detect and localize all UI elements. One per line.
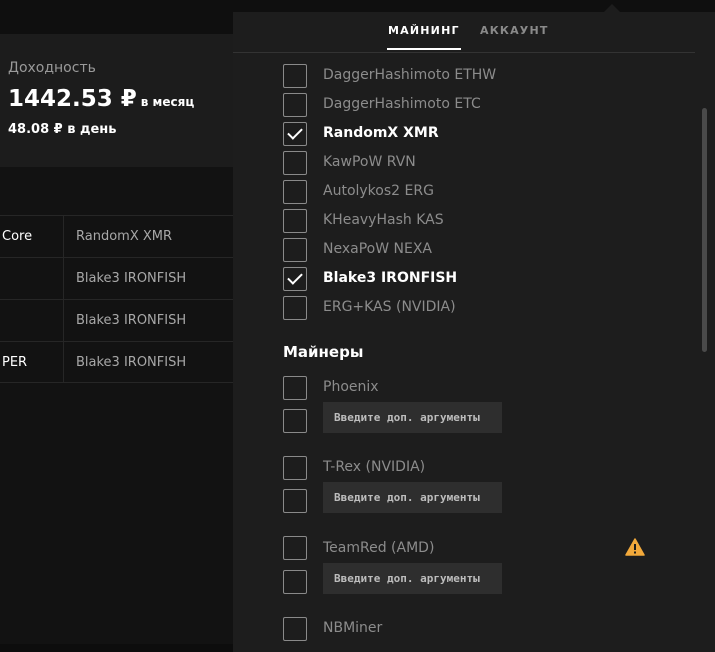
table-row[interactable]: Blake3 IRONFISH [0,257,240,299]
algo-checkbox-autolykos2-erg[interactable] [283,180,307,204]
settings-panel: МАЙНИНГ АККАУНТ DaggerHashimoto ETHW Dag… [233,12,715,652]
miner-checkbox-teamred[interactable] [283,536,307,560]
column-divider [63,342,64,382]
miner-args-input-teamred[interactable] [323,563,502,594]
device-name: PER [2,355,28,370]
algo-checkbox-randomx-xmr[interactable] [283,122,307,146]
algo-checkbox-kheavyhash-kas[interactable] [283,209,307,233]
miner-args-input-phoenix[interactable] [323,402,502,433]
miner-label: Phoenix [323,379,379,395]
warning-triangle-icon[interactable] [625,538,645,556]
miner-args-checkbox-teamred[interactable] [283,570,307,594]
income-amount-value: 1442.53 ₽ [8,86,137,112]
device-algorithm: Blake3 IRONFISH [76,313,187,328]
table-row[interactable]: Blake3 IRONFISH [0,299,240,341]
income-monthly: 1442.53 ₽ в месяц [8,86,194,112]
algo-label: DaggerHashimoto ETHW [323,67,497,83]
algo-checkbox-blake3-ironfish[interactable] [283,267,307,291]
scrollbar-thumb[interactable] [702,108,707,352]
column-divider [63,258,64,299]
income-period: в месяц [140,95,195,109]
algo-label: DaggerHashimoto ETC [323,96,481,112]
algo-label: Blake3 IRONFISH [323,270,458,286]
column-divider [63,300,64,341]
table-row[interactable]: Core RandomX XMR [0,215,240,257]
tab-account[interactable]: АККАУНТ [480,24,549,37]
table-row[interactable]: PER Blake3 IRONFISH [0,341,240,383]
device-algorithm: RandomX XMR [76,229,173,244]
algo-label: RandomX XMR [323,125,439,141]
algo-label: KawPoW RVN [323,154,416,170]
panel-caret [604,4,620,12]
column-divider [63,216,64,257]
miner-label: NBMiner [323,620,383,636]
income-daily: 48.08 ₽ в день [8,122,117,137]
mining-settings-list: DaggerHashimoto ETHW DaggerHashimoto ETC… [233,54,715,652]
algo-label: Autolykos2 ERG [323,183,434,199]
algo-checkbox-kawpow-rvn[interactable] [283,151,307,175]
miner-label: TeamRed (AMD) [323,540,435,556]
miner-args-checkbox-phoenix[interactable] [283,409,307,433]
devices-table: Core RandomX XMR Blake3 IRONFISH Blake3 … [0,215,240,383]
panel-tabs: МАЙНИНГ АККАУНТ [233,12,695,53]
tab-mining[interactable]: МАЙНИНГ [387,24,461,50]
miner-args-input-trex[interactable] [323,482,502,513]
device-algorithm: Blake3 IRONFISH [76,355,187,370]
algo-checkbox-daggerhashimoto-etc[interactable] [283,93,307,117]
income-label: Доходность [8,60,96,76]
algo-label: ERG+KAS (NVIDIA) [323,299,456,315]
algo-checkbox-nexapow-nexa[interactable] [283,238,307,262]
miner-args-checkbox-trex[interactable] [283,489,307,513]
algo-checkbox-erg-kas-nvidia[interactable] [283,296,307,320]
miners-section-title: Майнеры [283,343,364,361]
device-name: Core [2,229,33,244]
algo-label: NexaPoW NEXA [323,241,432,257]
miner-checkbox-trex[interactable] [283,456,307,480]
miner-checkbox-nbminer[interactable] [283,617,307,641]
device-algorithm: Blake3 IRONFISH [76,271,187,286]
algo-label: KHeavyHash KAS [323,212,444,228]
algo-checkbox-daggerhashimoto-ethw[interactable] [283,64,307,88]
miner-label: T-Rex (NVIDIA) [323,459,426,475]
miner-checkbox-phoenix[interactable] [283,376,307,400]
